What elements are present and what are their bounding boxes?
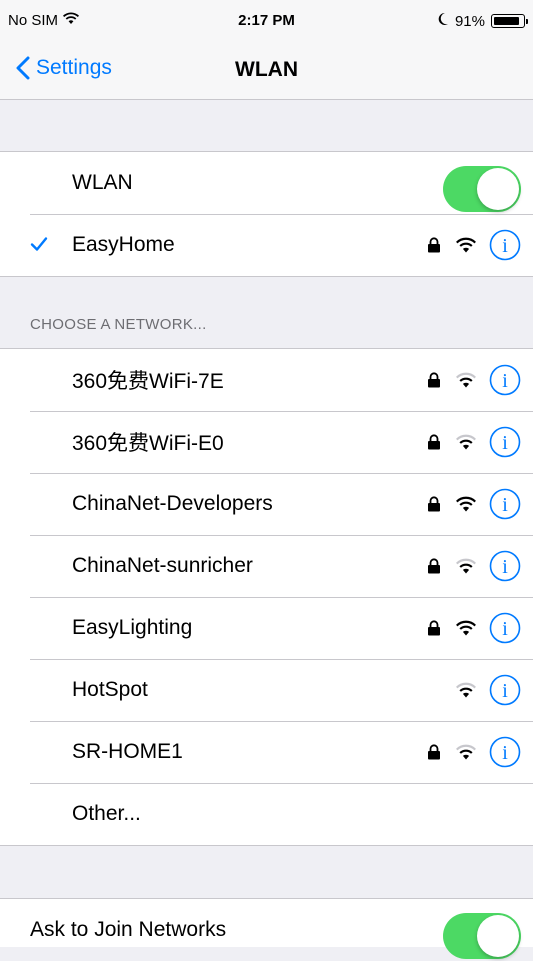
battery-fill	[494, 17, 520, 25]
wifi-signal-icon	[456, 558, 476, 574]
ask-to-join-row: Ask to Join Networks	[0, 899, 533, 961]
svg-text:i: i	[502, 370, 508, 392]
status-bar: No SIM 2:17 PM 91%	[0, 0, 533, 40]
wifi-signal-icon	[456, 744, 476, 760]
network-list: 360免费WiFi-7E i 360免费WiFi-E0 i ChinaNet-D…	[0, 348, 533, 846]
wifi-signal-icon	[456, 682, 476, 698]
lock-icon	[428, 372, 440, 388]
network-name: EasyLighting	[72, 616, 193, 639]
svg-text:i: i	[502, 680, 508, 702]
wifi-signal-icon	[456, 434, 476, 450]
toggle-knob	[477, 915, 519, 957]
network-row[interactable]: ChinaNet-sunricher i	[0, 535, 533, 597]
network-icons: i	[427, 535, 521, 597]
network-icons: i	[427, 721, 521, 783]
network-name: ChinaNet-sunricher	[72, 554, 253, 577]
wifi-signal-icon	[456, 372, 476, 388]
ask-to-join-group: Ask to Join Networks	[0, 898, 533, 959]
network-name: SR-HOME1	[72, 740, 183, 763]
wifi-signal-icon	[456, 237, 476, 253]
wlan-toggle[interactable]	[443, 166, 521, 212]
svg-text:i: i	[502, 235, 508, 257]
network-icons: i	[427, 473, 521, 535]
network-row[interactable]: SR-HOME1 i	[0, 721, 533, 783]
svg-text:i: i	[502, 742, 508, 764]
status-right: 91%	[437, 12, 528, 30]
wlan-group: WLAN EasyHome i	[0, 151, 533, 277]
info-icon[interactable]: i	[489, 426, 521, 458]
network-name: ChinaNet-Developers	[72, 492, 273, 515]
svg-text:i: i	[502, 556, 508, 578]
lock-icon	[428, 620, 440, 636]
other-network-row[interactable]: Other...	[0, 783, 533, 845]
network-row[interactable]: 360免费WiFi-E0 i	[0, 411, 533, 473]
info-icon[interactable]: i	[489, 550, 521, 582]
connected-network-name: EasyHome	[72, 233, 175, 256]
wifi-signal-icon	[456, 620, 476, 636]
ask-to-join-toggle[interactable]	[443, 913, 521, 959]
lock-icon	[428, 744, 440, 760]
lock-icon	[428, 558, 440, 574]
battery-icon	[491, 14, 528, 28]
wifi-signal-icon	[456, 496, 476, 512]
network-row[interactable]: EasyLighting i	[0, 597, 533, 659]
network-icons: i	[427, 597, 521, 659]
connected-network-row[interactable]: EasyHome i	[0, 214, 533, 276]
section-header: CHOOSE A NETWORK...	[30, 316, 207, 333]
page-title: WLAN	[235, 58, 298, 81]
battery-percentage: 91%	[454, 12, 485, 30]
network-row[interactable]: 360免费WiFi-7E i	[0, 349, 533, 411]
network-icons: i	[455, 659, 521, 721]
info-icon[interactable]: i	[489, 364, 521, 396]
wlan-toggle-row: WLAN	[0, 152, 533, 214]
network-name: 360免费WiFi-7E	[72, 370, 224, 393]
moon-icon	[437, 12, 449, 30]
info-icon[interactable]: i	[489, 736, 521, 768]
lock-icon	[428, 496, 440, 512]
network-name: 360免费WiFi-E0	[72, 432, 224, 455]
network-icons: i	[427, 349, 521, 411]
lock-icon	[428, 434, 440, 450]
nav-bar: Settings WLAN	[0, 40, 533, 100]
wlan-toggle-label: WLAN	[72, 171, 133, 194]
info-icon[interactable]: i	[489, 674, 521, 706]
connected-network-icons: i	[427, 214, 521, 276]
svg-text:i: i	[502, 494, 508, 516]
network-row[interactable]: HotSpot i	[0, 659, 533, 721]
lock-icon	[428, 237, 440, 253]
checkmark-icon	[30, 237, 48, 251]
toggle-knob	[477, 168, 519, 210]
svg-text:i: i	[502, 432, 508, 454]
network-row[interactable]: ChinaNet-Developers i	[0, 473, 533, 535]
info-icon[interactable]: i	[489, 612, 521, 644]
other-network-label: Other...	[72, 802, 141, 825]
network-icons: i	[427, 411, 521, 473]
network-name: HotSpot	[72, 678, 148, 701]
ask-to-join-label: Ask to Join Networks	[30, 918, 227, 941]
svg-text:i: i	[502, 618, 508, 640]
info-icon[interactable]: i	[489, 229, 521, 261]
info-icon[interactable]: i	[489, 488, 521, 520]
